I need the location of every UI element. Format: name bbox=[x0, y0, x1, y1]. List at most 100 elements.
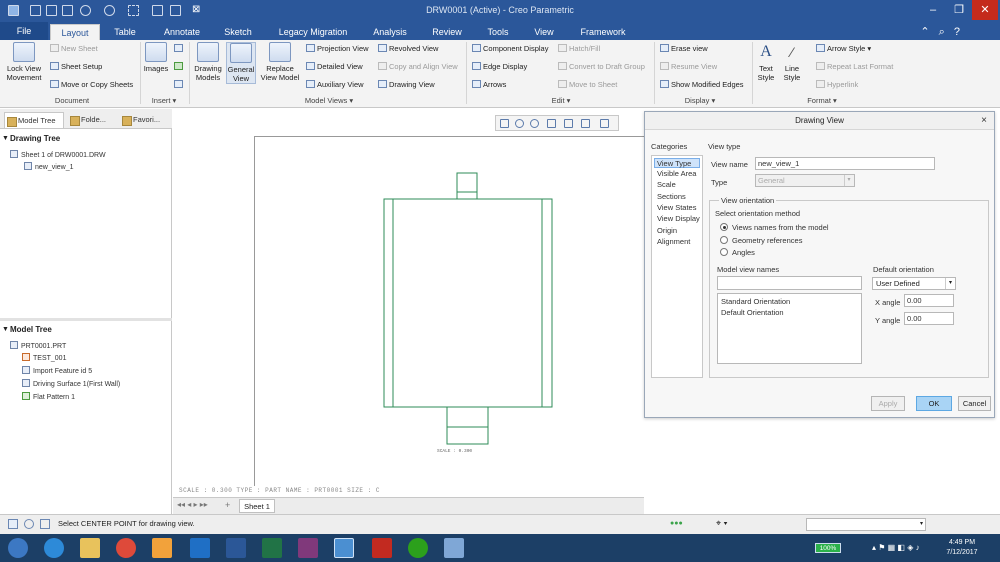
paint-icon[interactable] bbox=[444, 538, 464, 558]
tab-folder-browser[interactable]: Folde... bbox=[68, 112, 116, 128]
text-style-button[interactable]: A Text Style bbox=[754, 42, 778, 82]
add-sheet-icon[interactable]: + bbox=[225, 500, 230, 510]
status-window-icon[interactable] bbox=[40, 519, 50, 529]
hyperlink-button[interactable]: Hyperlink bbox=[816, 80, 858, 90]
x-angle-input[interactable]: 0.00 bbox=[904, 294, 954, 307]
restore-button[interactable]: ❐ bbox=[946, 0, 972, 20]
group-label-format[interactable]: Format ▾ bbox=[802, 96, 842, 105]
category-alignment[interactable]: Alignment bbox=[655, 237, 692, 247]
tree-item-csys[interactable]: TEST_001 bbox=[22, 353, 66, 364]
ok-button[interactable]: OK bbox=[916, 396, 952, 411]
tree-item-flat-pattern[interactable]: Flat Pattern 1 bbox=[22, 392, 75, 403]
lock-view-movement-button[interactable]: Lock View Movement bbox=[3, 42, 45, 82]
onenote-icon[interactable] bbox=[298, 538, 318, 558]
category-sections[interactable]: Sections bbox=[655, 192, 688, 202]
revolved-view-button[interactable]: Revolved View bbox=[378, 44, 438, 54]
file-explorer-icon[interactable] bbox=[80, 538, 100, 558]
binoculars-icon[interactable]: ⌖ ▾ bbox=[716, 518, 727, 529]
sheet-tab-1[interactable]: Sheet 1 bbox=[239, 499, 275, 513]
type-select[interactable]: General ▾ bbox=[755, 174, 855, 187]
drawing-view-button[interactable]: Drawing View bbox=[378, 80, 435, 90]
arrow-style-button[interactable]: Arrow Style ▾ bbox=[816, 44, 871, 54]
line-style-button[interactable]: ⁄ Line Style bbox=[780, 42, 804, 82]
repeat-last-format-button[interactable]: Repeat Last Format bbox=[816, 62, 893, 72]
resume-view-button[interactable]: Resume View bbox=[660, 62, 717, 72]
tab-file[interactable]: File bbox=[0, 22, 48, 40]
tab-review[interactable]: Review bbox=[424, 24, 470, 40]
tree-item-part[interactable]: PRT0001.PRT bbox=[10, 341, 66, 352]
edge-display-button[interactable]: Edge Display bbox=[472, 62, 527, 72]
group-label-model-views[interactable]: Model Views ▾ bbox=[296, 96, 362, 105]
tab-favorites[interactable]: Favori... bbox=[120, 112, 168, 128]
help-icon[interactable]: ? bbox=[954, 26, 960, 38]
insert-object-icon[interactable] bbox=[174, 44, 183, 52]
status-refresh-icon[interactable] bbox=[24, 519, 34, 529]
category-scale[interactable]: Scale bbox=[655, 180, 678, 190]
radio-angles[interactable] bbox=[720, 248, 728, 256]
chrome-icon[interactable] bbox=[116, 538, 136, 558]
replace-view-model-button[interactable]: Replace View Model bbox=[258, 42, 302, 82]
view-name-input[interactable]: new_view_1 bbox=[755, 157, 935, 170]
category-visible-area[interactable]: Visible Area bbox=[655, 169, 698, 179]
component-display-button[interactable]: Component Display bbox=[472, 44, 548, 54]
panel-splitter[interactable] bbox=[0, 318, 172, 321]
part-view-drawing[interactable]: SCALE : 0.300 bbox=[173, 109, 644, 497]
tab-sketch[interactable]: Sketch bbox=[216, 24, 260, 40]
default-orientation-select[interactable]: User Defined ▾ bbox=[872, 277, 956, 290]
creo-icon[interactable] bbox=[334, 538, 354, 558]
internet-explorer-icon[interactable] bbox=[44, 538, 64, 558]
tab-layout[interactable]: Layout bbox=[50, 24, 100, 40]
model-view-filter-input[interactable] bbox=[717, 276, 862, 290]
tab-analysis[interactable]: Analysis bbox=[364, 24, 416, 40]
media-player-icon[interactable] bbox=[152, 538, 172, 558]
windows-start-icon[interactable] bbox=[8, 538, 28, 558]
new-sheet-button[interactable]: New Sheet bbox=[50, 44, 98, 54]
tree-item-view[interactable]: new_view_1 bbox=[24, 162, 74, 173]
radio-view-names-label[interactable]: Views names from the model bbox=[732, 223, 829, 232]
status-grid-icon[interactable] bbox=[8, 519, 18, 529]
category-view-type[interactable]: View Type bbox=[654, 158, 700, 168]
clock-date[interactable]: 7/12/2017 bbox=[940, 549, 984, 556]
copy-align-view-button[interactable]: Copy and Align View bbox=[378, 62, 458, 72]
erase-view-button[interactable]: Erase view bbox=[660, 44, 708, 54]
model-tree-header[interactable]: ▼ Model Tree bbox=[0, 322, 172, 338]
y-angle-input[interactable]: 0.00 bbox=[904, 312, 954, 325]
quickbooks-icon[interactable] bbox=[408, 538, 428, 558]
category-view-states[interactable]: View States bbox=[655, 203, 698, 213]
general-view-button[interactable]: General View bbox=[226, 42, 256, 84]
projection-view-button[interactable]: Projection View bbox=[306, 44, 369, 54]
images-button[interactable]: Images bbox=[142, 42, 170, 73]
cancel-button[interactable]: Cancel bbox=[958, 396, 991, 411]
group-label-display[interactable]: Display ▾ bbox=[680, 96, 720, 105]
sheet-setup-button[interactable]: Sheet Setup bbox=[50, 62, 102, 72]
tab-tools[interactable]: Tools bbox=[478, 24, 518, 40]
sheet-nav-arrows-icon[interactable]: ◂◂ ◂ ▸ ▸▸ bbox=[177, 500, 208, 509]
drawing-tree-header[interactable]: ▼ Drawing Tree bbox=[0, 131, 172, 147]
tree-item-sheet[interactable]: Sheet 1 of DRW0001.DRW bbox=[10, 150, 106, 161]
move-copy-sheets-button[interactable]: Move or Copy Sheets bbox=[50, 80, 133, 90]
list-item-standard-orientation[interactable]: Standard Orientation bbox=[721, 297, 790, 306]
tab-legacy-migration[interactable]: Legacy Migration bbox=[270, 24, 356, 40]
detailed-view-button[interactable]: Detailed View bbox=[306, 62, 363, 72]
arrows-button[interactable]: Arrows bbox=[472, 80, 506, 90]
move-to-sheet-button[interactable]: Move to Sheet bbox=[558, 80, 617, 90]
filter-select[interactable]: ▾ bbox=[806, 518, 926, 531]
tree-item-driving-surface[interactable]: Driving Surface 1(First Wall) bbox=[22, 379, 120, 390]
battery-indicator[interactable]: 100% bbox=[815, 543, 841, 553]
drawing-models-button[interactable]: Drawing Models bbox=[191, 42, 225, 82]
auxiliary-view-button[interactable]: Auxiliary View bbox=[306, 80, 364, 90]
group-label-insert[interactable]: Insert ▾ bbox=[146, 96, 182, 105]
apply-button[interactable]: Apply bbox=[871, 396, 905, 411]
excel-icon[interactable] bbox=[262, 538, 282, 558]
category-origin[interactable]: Origin bbox=[655, 226, 679, 236]
tab-framework[interactable]: Framework bbox=[572, 24, 634, 40]
show-modified-edges-button[interactable]: Show Modified Edges bbox=[660, 80, 744, 90]
category-view-display[interactable]: View Display bbox=[655, 214, 702, 224]
clock-time[interactable]: 4:49 PM bbox=[940, 539, 984, 546]
list-item-default-orientation[interactable]: Default Orientation bbox=[721, 308, 784, 317]
tray-icons[interactable]: ▴ ⚑ ▦ ◧ ◈ ♪ bbox=[872, 543, 920, 552]
radio-geometry-references[interactable] bbox=[720, 236, 728, 244]
outlook-icon[interactable] bbox=[190, 538, 210, 558]
acrobat-icon[interactable] bbox=[372, 538, 392, 558]
tab-model-tree[interactable]: Model Tree bbox=[4, 112, 64, 128]
